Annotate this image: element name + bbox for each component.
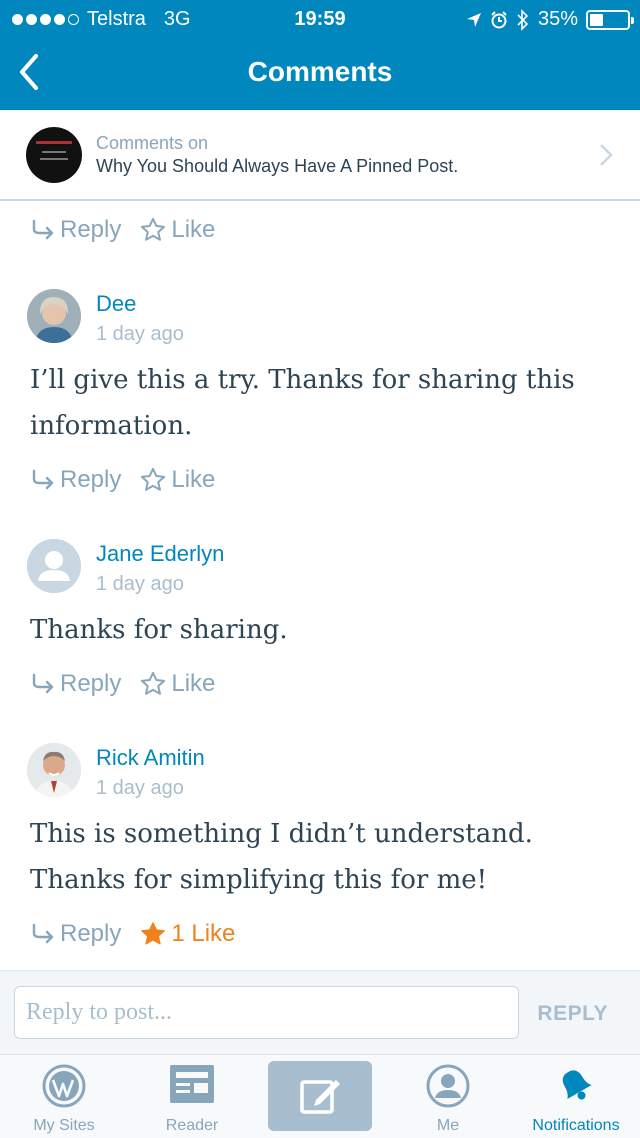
battery-fill <box>590 13 603 26</box>
reply-button[interactable]: Reply <box>30 920 121 948</box>
reply-button[interactable]: Reply <box>30 466 121 494</box>
tab-label: Reader <box>165 1117 219 1134</box>
tab-my-sites[interactable]: My Sites <box>0 1055 128 1138</box>
reply-label: Reply <box>60 670 122 697</box>
wordpress-icon <box>42 1064 86 1108</box>
reply-bar: Reply to post... REPLY <box>0 970 640 1054</box>
write-post-button[interactable] <box>268 1061 372 1131</box>
bell-icon <box>562 1070 592 1100</box>
reply-input[interactable]: Reply to post... <box>14 986 519 1039</box>
write-icon <box>300 1080 340 1114</box>
tab-bar: My Sites Reader Me Notifications <box>0 1054 640 1138</box>
bluetooth-icon <box>517 8 529 31</box>
tab-label: Me <box>436 1117 460 1134</box>
like-label: Like <box>171 216 216 243</box>
reply-button[interactable]: Reply <box>30 670 121 698</box>
post-actions: Reply Like <box>30 216 215 244</box>
reply-icon <box>32 923 54 944</box>
like-button[interactable]: Like <box>139 216 215 244</box>
comment-text: This is something I didn’t understand. T… <box>30 819 533 895</box>
star-outline-icon <box>141 467 166 491</box>
alarm-icon <box>491 10 507 28</box>
comment-author[interactable]: Jane Ederlyn <box>96 541 224 567</box>
comment-actions: Reply Like <box>30 670 215 698</box>
reply-label: Reply <box>60 466 122 493</box>
comment-text: I’ll give this a try. Thanks for sharing… <box>30 365 575 441</box>
status-bar: Telstra 3G 19:59 35% <box>0 0 640 40</box>
comment-actions: Reply Like <box>30 466 215 494</box>
reply-submit-button[interactable]: REPLY <box>537 1002 608 1026</box>
comment-date: 1 day ago <box>96 573 184 595</box>
top-bar: Telstra 3G 19:59 35% Comments <box>0 0 640 110</box>
like-count-label: 1 Like <box>171 920 236 947</box>
comment-actions: Reply 1 Like <box>30 920 235 948</box>
chevron-right-icon <box>600 144 613 166</box>
tab-me[interactable]: Me <box>384 1055 512 1138</box>
comment-date: 1 day ago <box>96 323 184 345</box>
like-button[interactable]: Like <box>139 466 215 494</box>
comment-text: Thanks for sharing. <box>30 615 288 645</box>
reply-icon <box>32 469 54 490</box>
reply-icon <box>32 673 54 694</box>
star-filled-icon <box>141 922 166 945</box>
comment-date: 1 day ago <box>96 777 184 799</box>
reply-button[interactable]: Reply <box>30 216 121 244</box>
tab-notifications[interactable]: Notifications <box>512 1055 640 1138</box>
reply-label: Reply <box>60 216 122 243</box>
post-header[interactable]: Comments on Why You Should Always Have A… <box>0 110 640 201</box>
tab-label: Notifications <box>532 1117 620 1134</box>
like-label: Like <box>171 466 216 493</box>
like-button[interactable]: 1 Like <box>139 920 235 948</box>
battery-percent: 35% <box>537 8 578 30</box>
like-button[interactable]: Like <box>139 670 215 698</box>
avatar-rick[interactable] <box>27 743 81 797</box>
post-thumbnail <box>26 127 82 183</box>
tab-reader[interactable]: Reader <box>128 1055 256 1138</box>
avatar-dee[interactable] <box>27 289 81 343</box>
post-label: Comments on <box>96 133 209 153</box>
like-label: Like <box>171 670 216 697</box>
reader-icon <box>170 1065 214 1103</box>
post-title: Why You Should Always Have A Pinned Post… <box>96 156 459 176</box>
star-outline-icon <box>141 671 166 695</box>
tab-label: My Sites <box>33 1117 95 1134</box>
page-title: Comments <box>247 56 393 87</box>
reply-icon <box>32 219 54 240</box>
comment-author[interactable]: Rick Amitin <box>96 745 205 771</box>
avatar-placeholder-icon[interactable] <box>27 539 81 593</box>
star-outline-icon <box>141 217 166 241</box>
me-icon <box>426 1064 470 1108</box>
reply-label: Reply <box>60 920 122 947</box>
battery-icon <box>586 9 634 30</box>
location-icon <box>466 12 481 27</box>
comment-author[interactable]: Dee <box>96 291 136 317</box>
